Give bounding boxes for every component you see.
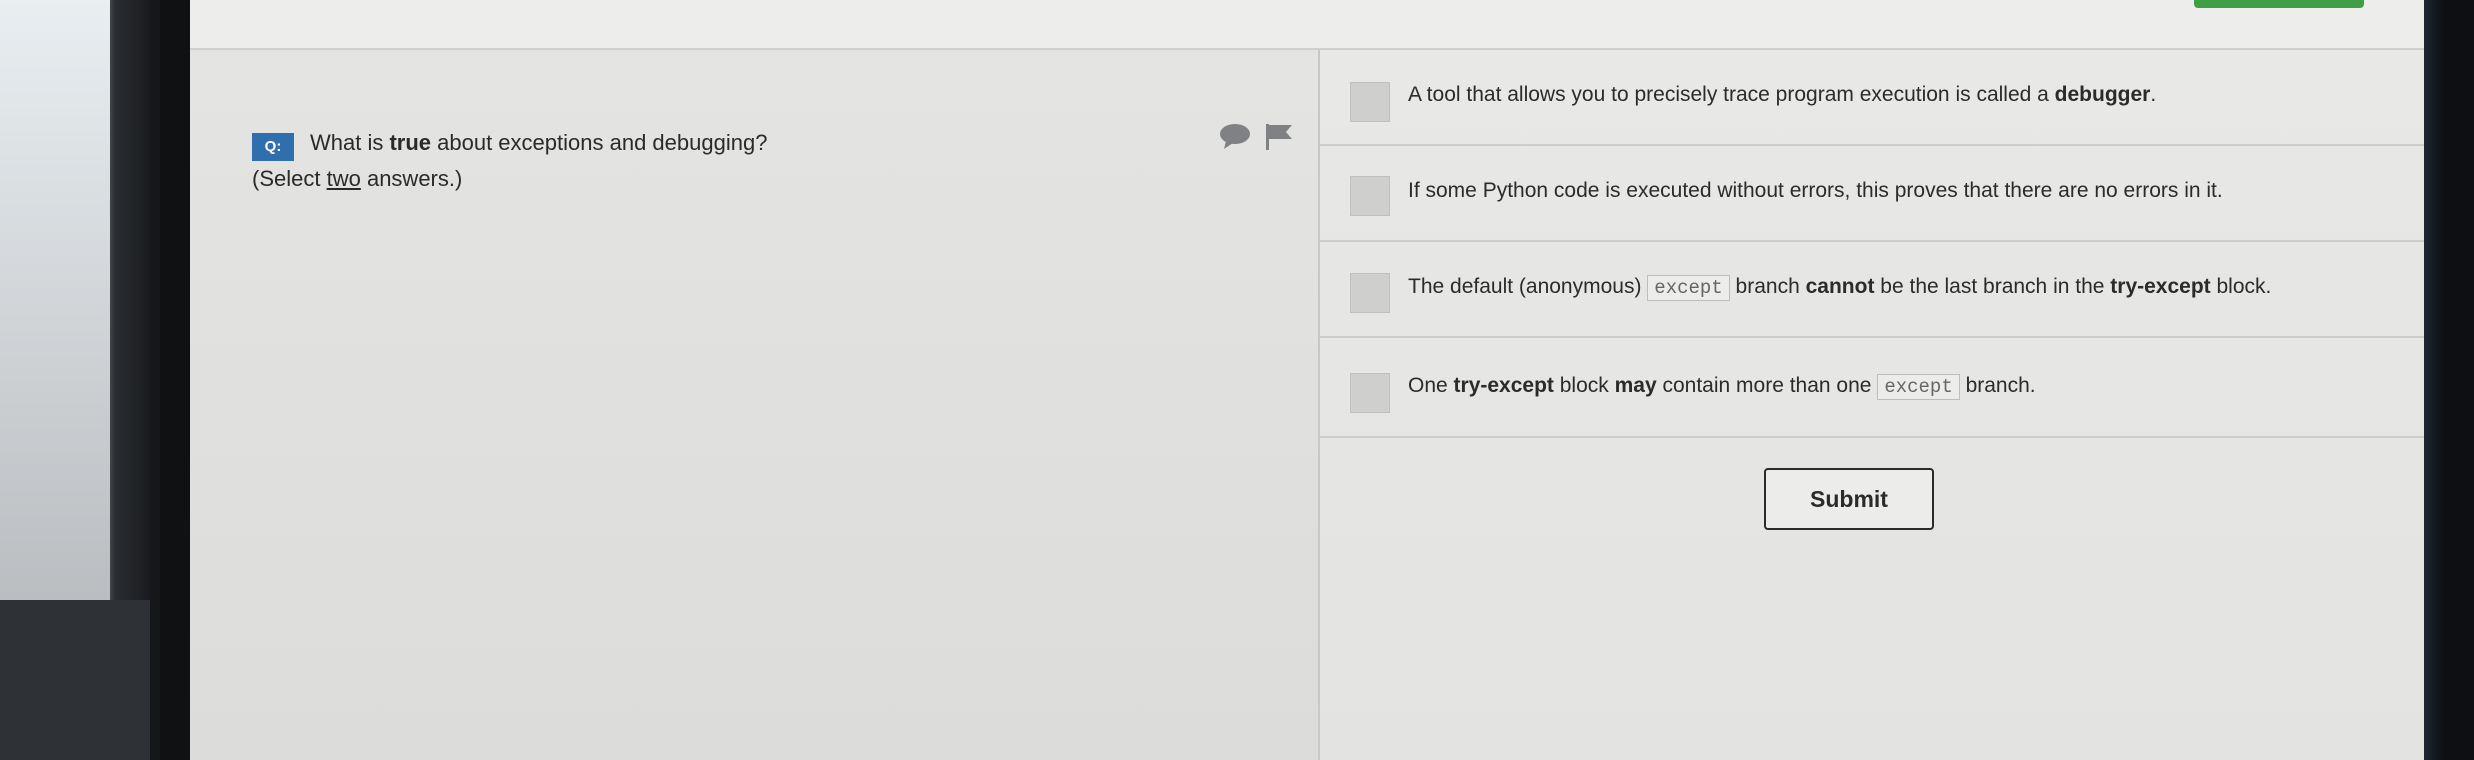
question-text-bold: true	[389, 130, 432, 155]
top-green-button[interactable]	[2194, 0, 2364, 8]
answer-text-part: The default (anonymous)	[1408, 275, 1648, 298]
answer-text: A tool that allows you to precisely trac…	[1408, 83, 2156, 107]
answer-text-part: branch.	[1959, 374, 2036, 397]
answer-text-part: block.	[2210, 275, 2272, 298]
answer-text: One try-except block may contain more th…	[1408, 374, 2036, 400]
answer-checkbox[interactable]	[1350, 273, 1390, 313]
answer-text: If some Python code is executed without …	[1408, 179, 2223, 203]
instruction-underlined: two	[326, 166, 361, 191]
comment-icon[interactable]	[1218, 122, 1252, 150]
answer-text-bold: may	[1614, 374, 1657, 397]
quiz-screen: Q: What is true about exceptions and deb…	[190, 0, 2424, 760]
code-snippet: except	[1647, 275, 1730, 301]
answer-text-part: be the last branch in the	[1874, 275, 2111, 298]
instruction-part: (Select	[252, 166, 327, 191]
physical-background	[0, 0, 150, 760]
top-bar	[190, 0, 2424, 50]
question-text-part: What is	[310, 130, 390, 155]
answer-option-2[interactable]: If some Python code is executed without …	[1320, 146, 2424, 242]
answer-option-1[interactable]: A tool that allows you to precisely trac…	[1320, 50, 2424, 146]
answer-text: The default (anonymous) except branch ca…	[1408, 275, 2272, 301]
background-wall	[0, 0, 110, 620]
answer-text-part: A tool that allows you to precisely trac…	[1408, 83, 2055, 106]
submit-button[interactable]: Submit	[1764, 468, 1934, 530]
answer-text-part: One	[1408, 374, 1454, 397]
question-pane: Q: What is true about exceptions and deb…	[190, 50, 1320, 760]
question-tools	[1218, 122, 1294, 155]
question-text: What is true about exceptions and debugg…	[310, 130, 767, 156]
code-snippet: except	[1877, 374, 1960, 400]
flag-icon[interactable]	[1264, 122, 1294, 150]
answer-option-3[interactable]: The default (anonymous) except branch ca…	[1320, 242, 2424, 338]
question-badge: Q:	[252, 133, 294, 161]
question-text-part: about exceptions and debugging?	[431, 130, 768, 155]
answer-checkbox[interactable]	[1350, 176, 1390, 216]
answer-text-bold: debugger	[2054, 83, 2151, 106]
answers-pane: A tool that allows you to precisely trac…	[1320, 50, 2424, 760]
answer-checkbox[interactable]	[1350, 373, 1390, 413]
answer-text-part: .	[2150, 83, 2157, 106]
answer-text-part: branch	[1729, 275, 1806, 298]
answer-text-bold: try-except	[2110, 275, 2211, 298]
instruction-part: answers.)	[360, 166, 463, 191]
answer-text-bold: try-except	[1453, 374, 1554, 397]
answer-option-4[interactable]: One try-except block may contain more th…	[1320, 338, 2424, 438]
answer-text-part: If some Python code is executed without …	[1408, 179, 2223, 202]
background-desk	[0, 600, 150, 760]
monitor-bezel-left	[160, 0, 190, 760]
answer-text-part: block	[1553, 374, 1615, 397]
answer-text-part: contain more than one	[1656, 374, 1878, 397]
answer-text-bold: cannot	[1805, 275, 1875, 298]
question-instruction: (Select two answers.)	[252, 166, 462, 192]
answer-checkbox[interactable]	[1350, 82, 1390, 122]
